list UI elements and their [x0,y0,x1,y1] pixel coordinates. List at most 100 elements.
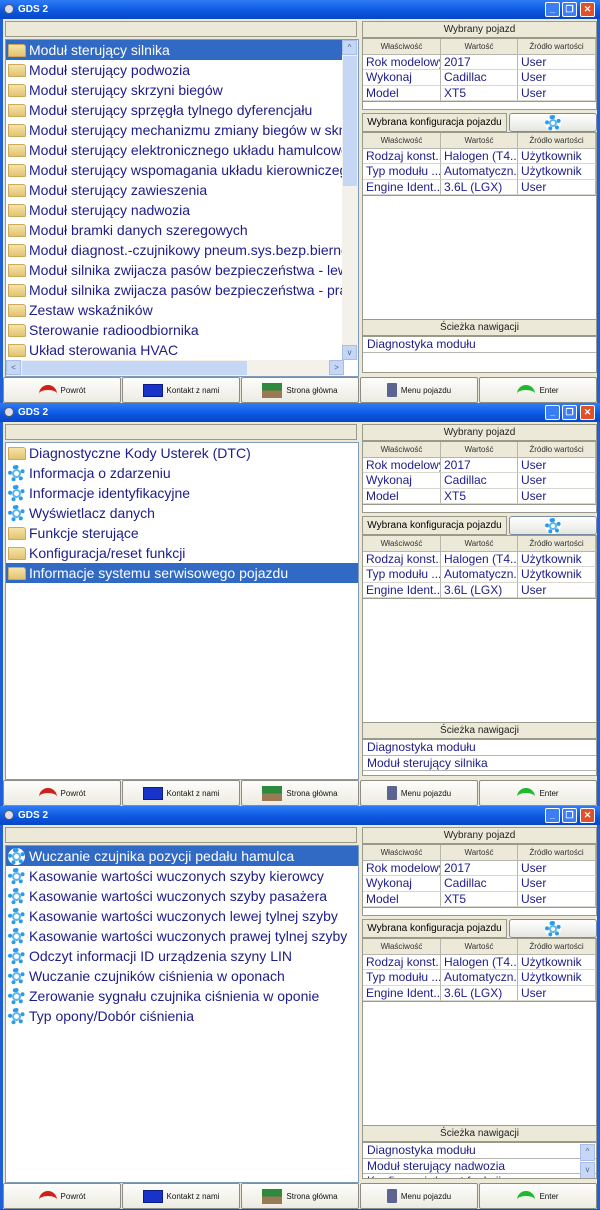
table-row[interactable]: Rok modelowy 2017 User [363,54,596,70]
scroll-right-button[interactable]: > [329,360,344,375]
table-row[interactable]: Wykonaj Cadillac User [363,473,596,489]
column-header[interactable]: Wartość [441,939,518,955]
column-header[interactable]: Właściwość [363,442,441,458]
list-item[interactable]: Kasowanie wartości wuczonych lewej tylne… [6,906,358,926]
column-header[interactable]: Źródło wartości [518,133,596,149]
column-header[interactable]: Źródło wartości [518,939,596,955]
vertical-scrollbar[interactable]: ^ v [342,40,358,360]
kontakt-z-nami-button[interactable]: Kontakt z nami [122,1183,240,1209]
strona-g-wna-button[interactable]: Strona główna [241,1183,359,1209]
column-header[interactable]: Wartość [441,536,518,552]
list-item[interactable]: Moduł sterujący wspomagania układu kiero… [6,160,358,180]
list-item[interactable]: Informacje identyfikacyjne [6,483,358,503]
list-item[interactable]: Moduł sterujący nadwozia [6,200,358,220]
strona-g-wna-button[interactable]: Strona główna [241,377,359,403]
title-bar[interactable]: GDS 2 _ ❐ ✕ [0,403,600,422]
list-item[interactable]: Moduł bramki danych szeregowych [6,220,358,240]
path-item[interactable]: Diagnostyka modułu [363,337,596,353]
table-row[interactable]: Wykonaj Cadillac User [363,876,596,892]
table-row[interactable]: Rok modelowy 2017 User [363,860,596,876]
kontakt-z-nami-button[interactable]: Kontakt z nami [122,780,240,806]
list-item[interactable]: Sterowanie radioodbiornika [6,320,358,340]
kontakt-z-nami-button[interactable]: Kontakt z nami [122,377,240,403]
enter-button[interactable]: Enter [479,377,597,403]
path-item[interactable]: Konfiguracja/reset funkcji [363,1174,596,1178]
list-item[interactable]: Diagnostyczne Kody Usterek (DTC) [6,443,358,463]
table-row[interactable]: Rodzaj konst... Halogen (T4... Użytkownik [363,551,596,567]
close-button[interactable]: ✕ [580,808,595,823]
minimize-button[interactable]: _ [545,2,560,17]
scroll-down-button[interactable]: v [580,1162,595,1178]
title-bar[interactable]: GDS 2 _ ❐ ✕ [0,0,600,19]
path-item[interactable]: Moduł sterujący nadwozia [363,1159,596,1174]
close-button[interactable]: ✕ [580,405,595,420]
menu-pojazdu-button[interactable]: Menu pojazdu [360,780,478,806]
column-header[interactable]: Źródło wartości [518,442,596,458]
powr-t-button[interactable]: Powrót [3,377,121,403]
restore-button[interactable]: ❐ [562,405,577,420]
column-header[interactable]: Właściwość [363,845,441,861]
column-header[interactable]: Właściwość [363,536,441,552]
column-header[interactable]: Wartość [441,133,518,149]
scroll-thumb[interactable] [343,56,357,186]
list-item[interactable]: Moduł sterujący elektronicznego układu h… [6,140,358,160]
table-row[interactable]: Engine Ident... 3.6L (LGX) User [363,179,596,195]
scroll-down-button[interactable]: v [342,345,357,360]
enter-button[interactable]: Enter [479,1183,597,1209]
scroll-up-button[interactable]: ^ [342,40,357,55]
config-button[interactable] [509,919,597,938]
scroll-thumb[interactable] [22,361,247,375]
table-row[interactable]: Rodzaj konst... Halogen (T4... Użytkownik [363,954,596,970]
list-item[interactable]: Układ sterowania HVAC [6,340,358,360]
path-item[interactable]: Moduł sterujący silnika [363,756,596,771]
list-item[interactable]: Zerowanie sygnału czujnika ciśnienia w o… [6,986,358,1006]
table-row[interactable]: Rok modelowy 2017 User [363,457,596,473]
powr-t-button[interactable]: Powrót [3,780,121,806]
restore-button[interactable]: ❐ [562,2,577,17]
list-item[interactable]: Kasowanie wartości wuczonych szyby pasaż… [6,886,358,906]
config-button[interactable] [509,516,597,535]
list-item[interactable]: Moduł silnika zwijacza pasów bezpieczeńs… [6,260,358,280]
list-item[interactable]: Informacja o zdarzeniu [6,463,358,483]
table-row[interactable]: Rodzaj konst... Halogen (T4... Użytkownik [363,148,596,164]
scroll-up-button[interactable]: ^ [580,1144,595,1161]
list-item[interactable]: Informacje systemu serwisowego pojazdu [6,563,358,583]
list-item[interactable]: Moduł sterujący mechanizmu zmiany biegów… [6,120,358,140]
list-item[interactable]: Moduł sterujący sprzęgła tylnego dyferen… [6,100,358,120]
list-item[interactable]: Moduł sterujący skrzyni biegów [6,80,358,100]
table-row[interactable]: Engine Ident... 3.6L (LGX) User [363,582,596,598]
title-bar[interactable]: GDS 2 _ ❐ ✕ [0,806,600,825]
column-header[interactable]: Właściwość [363,39,441,55]
horizontal-scrollbar[interactable]: < > [6,360,344,376]
path-item[interactable]: Diagnostyka modułu [363,1143,596,1159]
restore-button[interactable]: ❐ [562,808,577,823]
list-item[interactable]: Moduł silnika zwijacza pasów bezpieczeńs… [6,280,358,300]
list-item[interactable]: Zestaw wskaźników [6,300,358,320]
list-item[interactable]: Konfiguracja/reset funkcji [6,543,358,563]
table-row[interactable]: Engine Ident... 3.6L (LGX) User [363,985,596,1001]
list-item[interactable]: Moduł sterujący podwozia [6,60,358,80]
column-header[interactable]: Wartość [441,39,518,55]
list-item[interactable]: Typ opony/Dobór ciśnienia [6,1006,358,1026]
column-header[interactable]: Wartość [441,442,518,458]
column-header[interactable]: Właściwość [363,133,441,149]
menu-pojazdu-button[interactable]: Menu pojazdu [360,1183,478,1209]
table-row[interactable]: Model XT5 User [363,891,596,907]
list-item[interactable]: Kasowanie wartości wuczonych prawej tyln… [6,926,358,946]
table-row[interactable]: Typ modułu ... Automatyczn... Użytkownik [363,164,596,180]
list-item[interactable]: Kasowanie wartości wuczonych szyby kiero… [6,866,358,886]
table-row[interactable]: Model XT5 User [363,85,596,101]
menu-pojazdu-button[interactable]: Menu pojazdu [360,377,478,403]
list-item[interactable]: Moduł sterujący silnika [6,40,358,60]
table-row[interactable]: Typ modułu ... Automatyczn... Użytkownik [363,567,596,583]
table-row[interactable]: Model XT5 User [363,488,596,504]
list-item[interactable]: Wyświetlacz danych [6,503,358,523]
enter-button[interactable]: Enter [479,780,597,806]
strona-g-wna-button[interactable]: Strona główna [241,780,359,806]
list-item[interactable]: Moduł sterujący zawieszenia [6,180,358,200]
column-header[interactable]: Wartość [441,845,518,861]
table-row[interactable]: Wykonaj Cadillac User [363,70,596,86]
config-button[interactable] [509,113,597,132]
list-item[interactable]: Odczyt informacji ID urządzenia szyny LI… [6,946,358,966]
list-item[interactable]: Wuczanie czujników ciśnienia w oponach [6,966,358,986]
